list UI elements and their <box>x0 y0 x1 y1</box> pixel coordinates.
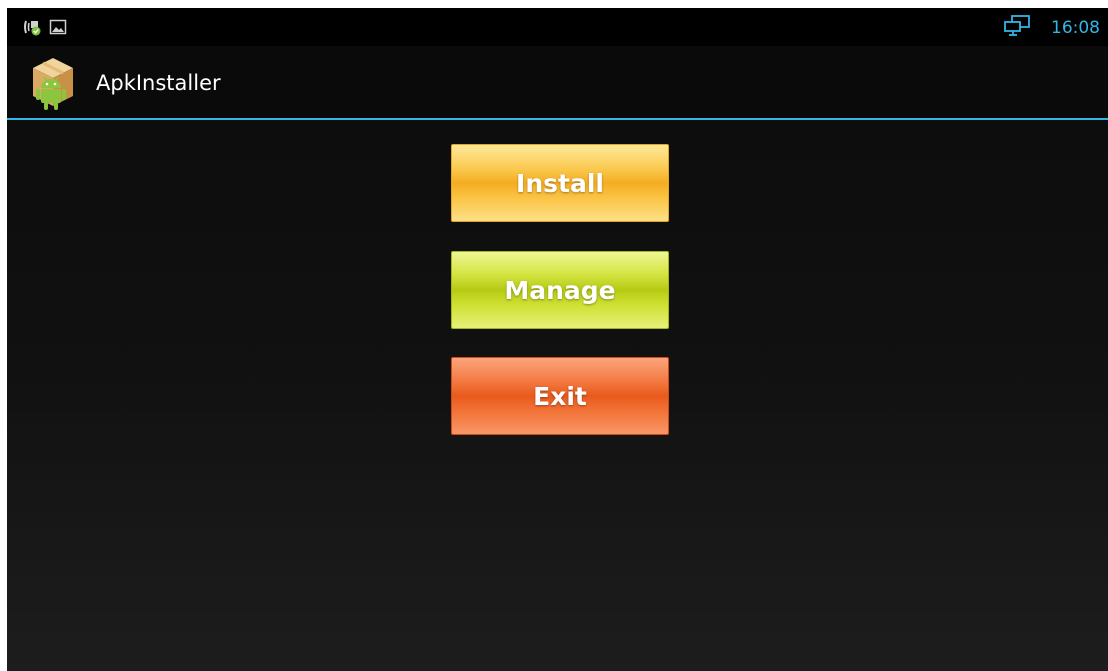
connected-display-icon <box>1003 15 1031 41</box>
app-title: ApkInstaller <box>96 71 221 95</box>
device-screen: 16:08 ApkInstaller Install Manage Exit <box>7 8 1108 671</box>
manage-button[interactable]: Manage <box>451 251 669 329</box>
status-bar: 16:08 <box>7 8 1108 46</box>
install-button[interactable]: Install <box>451 144 669 222</box>
call-forwarding-icon <box>23 18 41 40</box>
exit-button[interactable]: Exit <box>451 357 669 435</box>
notification-icons <box>23 18 67 40</box>
android-package-icon[interactable] <box>29 54 77 112</box>
system-icons: 16:08 <box>1003 15 1100 41</box>
action-bar: ApkInstaller <box>7 46 1108 120</box>
status-time: 16:08 <box>1051 18 1100 38</box>
image-notification-icon <box>49 18 67 40</box>
